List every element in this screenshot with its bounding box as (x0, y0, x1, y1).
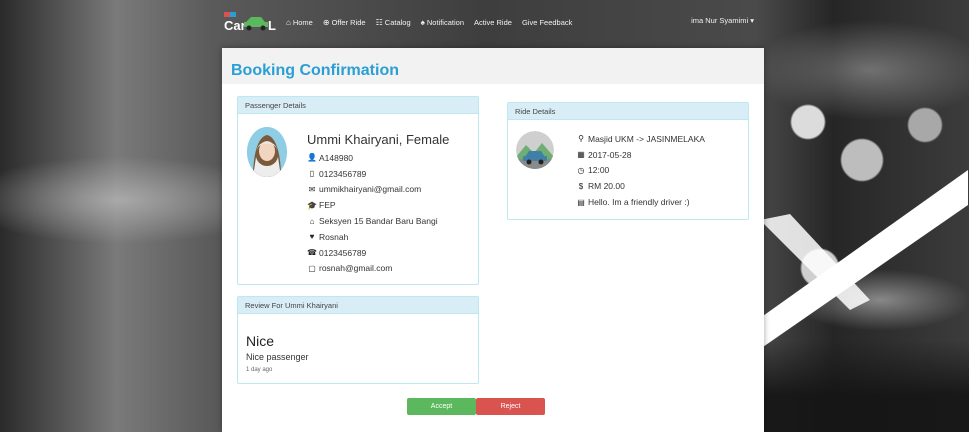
map-marker-icon: ⚲ (578, 134, 584, 144)
passenger-email: ✉ ummikhairyani@gmail.com (307, 182, 449, 198)
svg-text:Car: Car (224, 18, 246, 33)
nav-give-feedback-label: Give Feedback (521, 17, 573, 27)
review-panel: Review For Ummi Khairyani Nice Nice pass… (237, 296, 479, 384)
ride-route: ⚲ Masjid UKM -> JASINMELAKA (576, 131, 705, 147)
passenger-avatar (247, 127, 287, 177)
calendar-icon: ▦ (577, 150, 585, 160)
ride-note-value: Hello. Im a friendly driver :) (588, 197, 690, 208)
nav-notification-label: Notification (426, 17, 464, 27)
nav-menu: ⌂ Home ⊕ Offer Ride ☷ Catalog ♠ Notifica… (286, 18, 582, 27)
dollar-icon: $ (578, 181, 584, 191)
background-shadow (760, 340, 969, 432)
review-heading: Review For Ummi Khairyani (238, 297, 478, 314)
passenger-address-value: Seksyen 15 Bandar Baru Bangi (319, 216, 438, 227)
ride-price: $ RM 20.00 (576, 178, 705, 194)
note-icon: ▤ (577, 197, 585, 207)
clock-icon: ◷ (577, 165, 585, 175)
ride-date: ▦ 2017-05-28 (576, 147, 705, 163)
heart-icon: ♥ (309, 232, 315, 242)
user-icon: 👤 (307, 153, 317, 163)
nav-notification[interactable]: ♠ Notification (421, 18, 464, 27)
user-menu-dropdown[interactable]: ima Nur Syamimi ▾ (691, 16, 754, 25)
emergency-contact-email-value: rosnah@gmail.com (319, 263, 393, 274)
home-icon: ⌂ (309, 216, 315, 226)
reject-button[interactable]: Reject (476, 398, 545, 415)
nav-catalog-label: Catalog (384, 17, 411, 27)
ride-note: ▤ Hello. Im a friendly driver :) (576, 194, 705, 210)
top-navbar: Car L ⌂ Home ⊕ Offer Ride ☷ Catalog ♠ No… (222, 6, 764, 38)
passenger-faculty-value: FEP (319, 200, 336, 211)
passenger-faculty: 🎓 FEP (307, 197, 449, 213)
ride-date-value: 2017-05-28 (588, 149, 632, 160)
passenger-name: Ummi Khairyani, Female (307, 132, 450, 147)
nav-offer-ride-label: Offer Ride (331, 17, 366, 27)
plus-icon: ⊕ (322, 17, 330, 27)
emergency-contact-name: ♥ Rosnah (307, 229, 449, 245)
passenger-phone: ▯ 0123456789 (307, 166, 449, 182)
nav-active-ride[interactable]: Active Ride (474, 18, 512, 27)
mobile-phone-icon: ▯ (309, 169, 315, 179)
ride-time-value: 12:00 (588, 165, 610, 176)
nav-offer-ride[interactable]: ⊕ Offer Ride (323, 18, 366, 27)
phone-icon: ☎ (307, 248, 317, 258)
review-title: Nice (246, 333, 275, 349)
ride-info: ⚲ Masjid UKM -> JASINMELAKA ▦ 2017-05-28… (576, 131, 705, 210)
nav-active-ride-label: Active Ride (474, 17, 512, 27)
passenger-matric-value: A148980 (319, 152, 354, 163)
ride-route-value: Masjid UKM -> JASINMELAKA (588, 133, 705, 144)
accept-button[interactable]: Accept (407, 398, 476, 415)
main-content: Booking Confirmation Passenger Details U… (222, 48, 764, 432)
nav-home[interactable]: ⌂ Home (286, 18, 313, 27)
passenger-phone-value: 0123456789 (319, 168, 367, 179)
passenger-address: ⌂ Seksyen 15 Bandar Baru Bangi (307, 213, 449, 229)
list-icon: ☷ (375, 17, 383, 27)
ride-price-value: RM 20.00 (588, 181, 625, 192)
passenger-details-heading: Passenger Details (238, 97, 478, 114)
emergency-contact-name-value: Rosnah (319, 231, 349, 242)
review-time: 1 day ago (246, 367, 273, 373)
ride-details-heading: Ride Details (508, 103, 748, 120)
carpool-logo[interactable]: Car L (224, 10, 276, 34)
envelope-outline-icon: ▢ (308, 263, 316, 273)
graduation-cap-icon: 🎓 (307, 200, 317, 210)
envelope-icon: ✉ (308, 184, 316, 194)
svg-text:L: L (268, 18, 276, 33)
passenger-info: Ummi Khairyani, Female 👤 A148980 ▯ 01234… (307, 130, 449, 276)
review-text: Nice passenger (246, 352, 309, 362)
ride-car-image (516, 131, 554, 169)
passenger-email-value: ummikhairyani@gmail.com (319, 184, 422, 195)
emergency-contact-email: ▢ rosnah@gmail.com (307, 261, 449, 277)
page-title: Booking Confirmation (231, 62, 399, 79)
bell-icon: ♠ (420, 17, 425, 27)
nav-give-feedback[interactable]: Give Feedback (522, 18, 572, 27)
nav-catalog[interactable]: ☷ Catalog (376, 18, 411, 27)
emergency-contact-phone-value: 0123456789 (319, 247, 367, 258)
passenger-details-panel: Passenger Details Ummi Khairyani, Female… (237, 96, 479, 285)
passenger-matric: 👤 A148980 (307, 150, 449, 166)
home-icon: ⌂ (286, 17, 291, 27)
ride-time: ◷ 12:00 (576, 163, 705, 179)
nav-home-label: Home (292, 17, 313, 27)
emergency-contact-phone: ☎ 0123456789 (307, 245, 449, 261)
ride-details-panel: Ride Details ⚲ Masjid UKM -> JASINMELAKA… (507, 102, 749, 220)
